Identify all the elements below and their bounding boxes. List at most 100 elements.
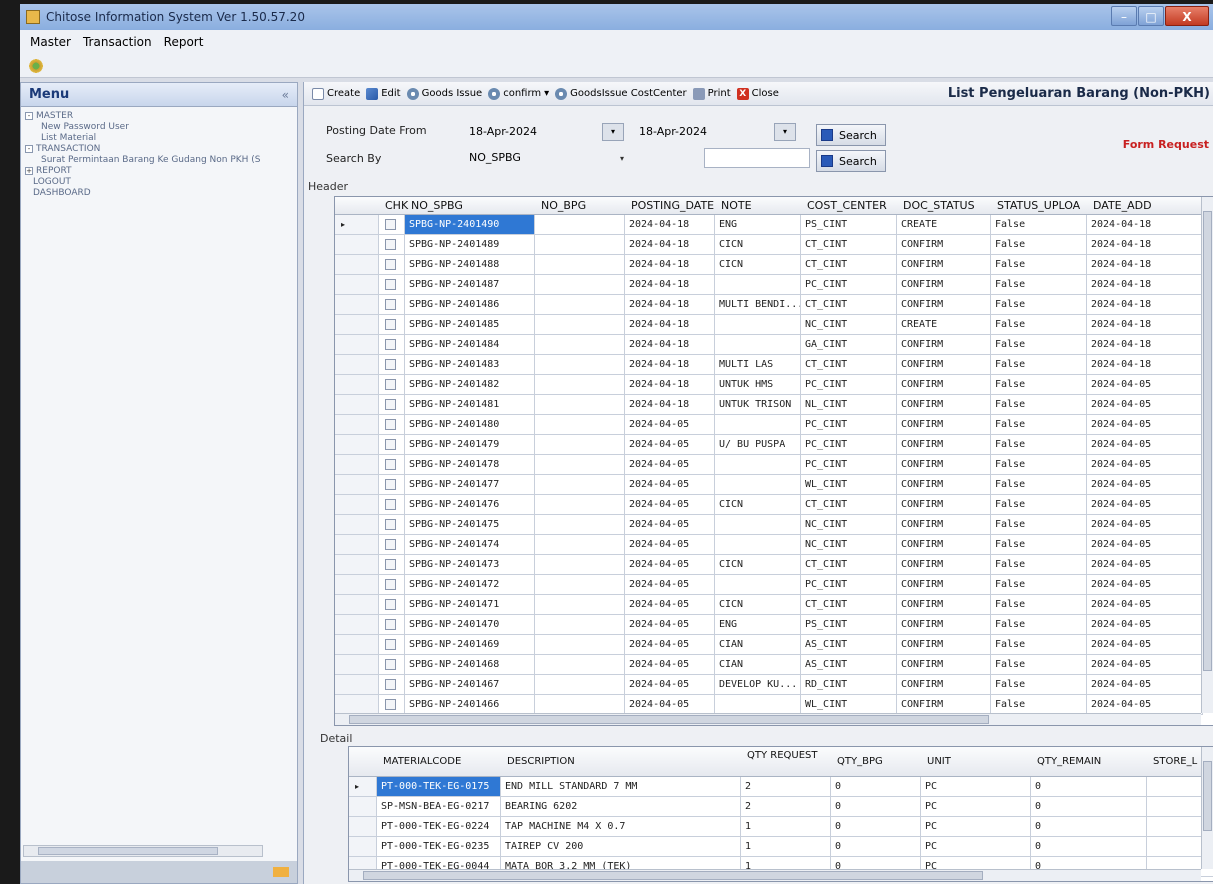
cell-status-upload[interactable]: False [991, 695, 1087, 715]
cell-materialcode[interactable]: PT-000-TEK-EG-0235 [377, 837, 501, 857]
cell-date-add[interactable]: 2024-04-18 [1087, 295, 1203, 315]
menu-horizontal-scrollbar[interactable] [23, 845, 263, 857]
cell-no-spbg[interactable]: SPBG-NP-2401479 [405, 435, 535, 455]
cell-materialcode[interactable]: PT-000-TEK-EG-0175 [377, 777, 501, 797]
cell-posting-date[interactable]: 2024-04-05 [625, 475, 715, 495]
table-row[interactable]: SPBG-NP-2401471 2024-04-05 CICN CT_CINT CONF… [335, 595, 1203, 615]
cell-note[interactable]: DEVELOP KU... [715, 675, 801, 695]
table-row[interactable]: SPBG-NP-2401481 2024-04-18 UNTUK TRISON NL_… [335, 395, 1203, 415]
cell-no-spbg[interactable]: SPBG-NP-2401488 [405, 255, 535, 275]
menu-tree-item[interactable]: - MASTER [25, 111, 297, 122]
cell-no-spbg[interactable]: SPBG-NP-2401480 [405, 415, 535, 435]
row-header[interactable] [335, 355, 379, 375]
cell-posting-date[interactable]: 2024-04-05 [625, 435, 715, 455]
date-to-input[interactable]: 18-Apr-2024 [634, 122, 774, 142]
row-header[interactable] [335, 515, 379, 535]
cell-status-upload[interactable]: False [991, 455, 1087, 475]
cell-posting-date[interactable]: 2024-04-05 [625, 515, 715, 535]
row-header[interactable] [349, 797, 377, 817]
cell-note[interactable] [715, 415, 801, 435]
row-checkbox[interactable] [385, 599, 396, 610]
cell-unit[interactable]: PC [921, 837, 1031, 857]
cell-no-bpg[interactable] [535, 615, 625, 635]
table-row[interactable]: SPBG-NP-2401474 2024-04-05 NC_CINT CONFIRM F… [335, 535, 1203, 555]
print-button[interactable]: Print [692, 87, 731, 100]
cell-posting-date[interactable]: 2024-04-05 [625, 655, 715, 675]
form-request-link[interactable]: Form Request [1123, 138, 1209, 151]
row-checkbox[interactable] [385, 279, 396, 290]
menu-tree-item[interactable]: New Password User [25, 122, 297, 133]
edit-button[interactable]: Edit [366, 87, 401, 100]
cell-date-add[interactable]: 2024-04-05 [1087, 415, 1203, 435]
cell-status-upload[interactable]: False [991, 275, 1087, 295]
table-row[interactable]: SPBG-NP-2401489 2024-04-18 CICN CT_CINT CONF… [335, 235, 1203, 255]
row-header[interactable] [335, 635, 379, 655]
header-grid-vertical-scrollbar[interactable] [1201, 197, 1213, 713]
cell-no-spbg[interactable]: SPBG-NP-2401478 [405, 455, 535, 475]
cell-date-add[interactable]: 2024-04-05 [1087, 635, 1203, 655]
table-row[interactable]: SPBG-NP-2401468 2024-04-05 CIAN AS_CINT CONF… [335, 655, 1203, 675]
row-checkbox[interactable] [385, 699, 396, 710]
row-checkbox[interactable] [385, 319, 396, 330]
cell-no-bpg[interactable] [535, 635, 625, 655]
cell-doc-status[interactable]: CONFIRM [897, 335, 991, 355]
cell-status-upload[interactable]: False [991, 535, 1087, 555]
cell-cost-center[interactable]: PC_CINT [801, 375, 897, 395]
cell-cost-center[interactable]: CT_CINT [801, 235, 897, 255]
cell-date-add[interactable]: 2024-04-05 [1087, 675, 1203, 695]
cell-no-bpg[interactable] [535, 275, 625, 295]
cell-date-add[interactable]: 2024-04-05 [1087, 475, 1203, 495]
search-date-button[interactable]: Search [816, 124, 886, 146]
row-header[interactable] [335, 695, 379, 715]
table-row[interactable]: SPBG-NP-2401480 2024-04-05 PC_CINT CONFIRM F… [335, 415, 1203, 435]
cell-no-bpg[interactable] [535, 375, 625, 395]
cell-date-add[interactable]: 2024-04-05 [1087, 595, 1203, 615]
cell-note[interactable]: MULTI BENDI... [715, 295, 801, 315]
cell-cost-center[interactable]: PS_CINT [801, 615, 897, 635]
cell-doc-status[interactable]: CONFIRM [897, 355, 991, 375]
cell-cost-center[interactable]: AS_CINT [801, 635, 897, 655]
menu-tree-item[interactable]: LOGOUT [25, 177, 297, 188]
cell-no-bpg[interactable] [535, 695, 625, 715]
cell-cost-center[interactable]: PC_CINT [801, 455, 897, 475]
cell-no-spbg[interactable]: SPBG-NP-2401482 [405, 375, 535, 395]
cell-note[interactable]: ENG [715, 215, 801, 235]
cell-unit[interactable]: PC [921, 797, 1031, 817]
cell-posting-date[interactable]: 2024-04-18 [625, 375, 715, 395]
confirm-button[interactable]: confirm ▾ [488, 87, 549, 100]
cell-no-bpg[interactable] [535, 595, 625, 615]
collapse-icon[interactable]: « [282, 88, 289, 102]
row-checkbox[interactable] [385, 359, 396, 370]
cell-date-add[interactable]: 2024-04-18 [1087, 335, 1203, 355]
cell-posting-date[interactable]: 2024-04-18 [625, 315, 715, 335]
row-header[interactable] [335, 295, 379, 315]
cell-doc-status[interactable]: CONFIRM [897, 675, 991, 695]
cell-doc-status[interactable]: CONFIRM [897, 275, 991, 295]
cell-no-bpg[interactable] [535, 335, 625, 355]
cell-no-spbg[interactable]: SPBG-NP-2401471 [405, 595, 535, 615]
row-header[interactable] [335, 675, 379, 695]
cell-posting-date[interactable]: 2024-04-18 [625, 215, 715, 235]
cell-status-upload[interactable]: False [991, 615, 1087, 635]
menu-tree-item[interactable]: DASHBOARD [25, 188, 297, 199]
close-button[interactable]: X Close [736, 87, 779, 100]
cell-doc-status[interactable]: CONFIRM [897, 375, 991, 395]
row-header[interactable] [335, 315, 379, 335]
cell-doc-status[interactable]: CONFIRM [897, 695, 991, 715]
cell-note[interactable] [715, 515, 801, 535]
cell-status-upload[interactable]: False [991, 575, 1087, 595]
cell-posting-date[interactable]: 2024-04-05 [625, 495, 715, 515]
cell-no-bpg[interactable] [535, 495, 625, 515]
cell-qty-remain[interactable]: 0 [1031, 837, 1147, 857]
row-header[interactable] [335, 255, 379, 275]
column-header[interactable]: DATE_ADD [1087, 197, 1203, 215]
row-header[interactable] [349, 817, 377, 837]
cell-date-add[interactable]: 2024-04-05 [1087, 615, 1203, 635]
cell-qty-bpg[interactable]: 0 [831, 817, 921, 837]
table-row[interactable]: ▸ SPBG-NP-2401490 2024-04-18 ENG PS_CINT CREA… [335, 215, 1203, 235]
row-checkbox[interactable] [385, 539, 396, 550]
row-checkbox[interactable] [385, 379, 396, 390]
column-header[interactable]: DOC_STATUS [897, 197, 991, 215]
cell-no-spbg[interactable]: SPBG-NP-2401476 [405, 495, 535, 515]
menu-tree-item[interactable]: Surat Permintaan Barang Ke Gudang Non PK… [25, 155, 297, 166]
